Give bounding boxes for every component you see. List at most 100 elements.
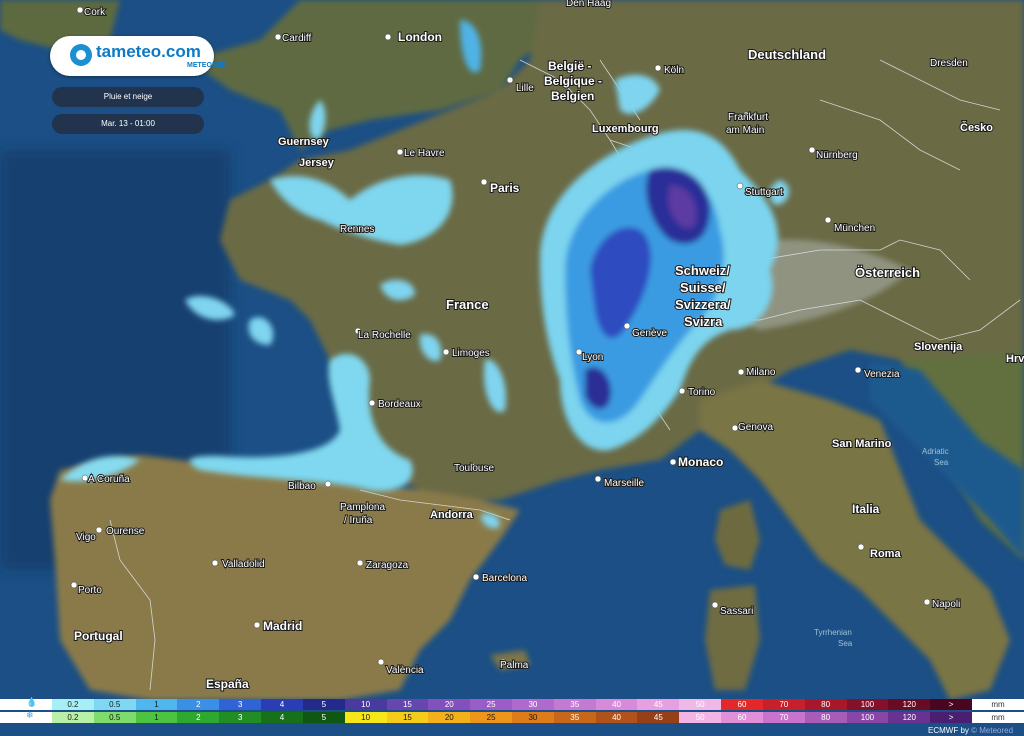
place-label: Österreich	[855, 265, 920, 280]
legend-bin: 45	[637, 699, 680, 710]
place-label: Italia	[852, 502, 880, 516]
place-label: Rennes	[340, 224, 374, 235]
brand-logo[interactable]: tameteo.com METEORED	[50, 36, 227, 76]
place-label: Limoges	[452, 348, 490, 359]
legend-bin: 0.5	[93, 699, 136, 710]
place-label: València	[386, 665, 424, 676]
legend-bin: 35	[553, 699, 596, 710]
place-label: Toulouse	[454, 463, 494, 474]
place-label: Marseille	[604, 478, 644, 489]
legend-bin: 45	[637, 712, 680, 723]
legend-unit: mm	[972, 699, 1024, 710]
place-label: France	[446, 297, 489, 312]
place-label: Palma	[500, 660, 529, 671]
time-selector[interactable]: Mar. 13 - 01:00	[52, 114, 204, 134]
place-label: Torino	[688, 387, 716, 398]
place-label: Genève	[632, 328, 667, 339]
legend-bin: 0.5	[93, 712, 136, 723]
legend-bin: 2	[177, 712, 220, 723]
place-label: Vigo	[76, 532, 96, 543]
place-label: Belgique -	[544, 74, 602, 88]
place-label: am Main	[726, 125, 764, 136]
place-label: Sea	[838, 639, 853, 648]
place-label: Le Havre	[404, 148, 445, 159]
legend-bin: 20	[428, 699, 471, 710]
legend-bin: 0.2	[52, 712, 94, 723]
place-label: Tyrrhenian	[814, 628, 852, 637]
legend-bin: 1	[135, 699, 178, 710]
place-label: Portugal	[74, 629, 123, 643]
brand-sub: METEORED	[187, 62, 227, 69]
place-label: Jersey	[299, 157, 335, 169]
place-label: Porto	[78, 585, 102, 596]
legend-bin: 2	[177, 699, 220, 710]
legend-bin: 15	[386, 699, 429, 710]
legend-bin: 3	[219, 699, 262, 710]
legend-bin: 25	[470, 712, 512, 723]
legend-bin: 70	[762, 699, 805, 710]
legend-bin: 100	[846, 699, 889, 710]
place-label: Sassari	[720, 606, 753, 617]
credit-prefix: ECMWF by	[928, 726, 972, 735]
legend-bin: 20	[428, 712, 471, 723]
place-label: San Marino	[832, 438, 892, 450]
place-label: Pamplona	[340, 502, 385, 513]
place-label: Dresden	[930, 58, 968, 69]
snow-icon: ❄	[0, 711, 52, 723]
legend-bin: >	[930, 699, 972, 710]
legend-bin: 35	[553, 712, 596, 723]
legend-bin: 1	[135, 712, 178, 723]
legend-bin: 70	[762, 712, 805, 723]
legend-bin: 80	[804, 712, 847, 723]
legend-rain: 💧 0.2 0.5 1 2 3 4 5 10 15 20 25 30 35 40 45 50 60 70 80 100…	[0, 698, 1024, 710]
place-label: Paris	[490, 181, 520, 195]
place-label: Den Haag	[566, 0, 611, 9]
legend-bin: 30	[512, 712, 554, 723]
place-label: België -	[548, 59, 591, 73]
layer-selector[interactable]: Pluie et neige	[52, 87, 204, 107]
legend-bin: 10	[344, 699, 387, 710]
weather-map[interactable]: Cork Cardiff London Den Haag Deutschland…	[0, 0, 1024, 736]
place-label: Venezia	[864, 369, 900, 380]
place-label: München	[834, 223, 875, 234]
place-label: Schweiz/	[675, 263, 730, 278]
credit-brand: © Meteored	[971, 726, 1014, 735]
legend-snow: ❄ 0.2 0.5 1 2 3 4 5 10 15 20 25 30 35 40 45 50 60 70 80 100…	[0, 711, 1024, 723]
legend-bin: 4	[261, 712, 303, 723]
place-label: Hrv	[1006, 353, 1024, 365]
place-label: Guernsey	[278, 136, 330, 148]
place-label: Genova	[738, 422, 773, 433]
place-label: A Coruña	[88, 474, 130, 485]
legend-bin: 60	[721, 699, 763, 710]
place-label: London	[398, 30, 442, 44]
data-credit[interactable]: ECMWF by © Meteored	[928, 726, 1013, 735]
place-label: Nürnberg	[816, 150, 858, 161]
tameteo-logo-icon	[70, 44, 92, 66]
legend-bin: 15	[386, 712, 429, 723]
legend-bin: 120	[888, 699, 931, 710]
place-label: Napoli	[932, 599, 960, 610]
legend-bin: 5	[302, 712, 345, 723]
place-label: Barcelona	[482, 573, 527, 584]
place-label: Luxembourg	[592, 123, 659, 135]
place-label: Svizra	[684, 314, 723, 329]
legend-bin: 40	[595, 712, 638, 723]
legend-bin: 120	[888, 712, 931, 723]
place-label: Frankfurt	[728, 112, 768, 123]
legend-bin: 10	[344, 712, 387, 723]
place-label: Lyon	[582, 352, 603, 363]
place-label: España	[206, 677, 249, 691]
place-label: Madrid	[263, 619, 302, 633]
place-label: Valladolid	[222, 559, 265, 570]
legend-bin: 50	[679, 699, 722, 710]
legend-bin: 0.2	[52, 699, 94, 710]
legend-unit: mm	[972, 712, 1024, 723]
legend-bin: 30	[512, 699, 554, 710]
legend-bin: 4	[261, 699, 303, 710]
legend-bin: 80	[804, 699, 847, 710]
place-label: Bordeaux	[378, 399, 421, 410]
place-label: Cardiff	[282, 33, 311, 44]
legend-bin: 3	[219, 712, 262, 723]
brand-name: tameteo.com	[96, 42, 201, 61]
place-label: Cork	[84, 7, 106, 18]
